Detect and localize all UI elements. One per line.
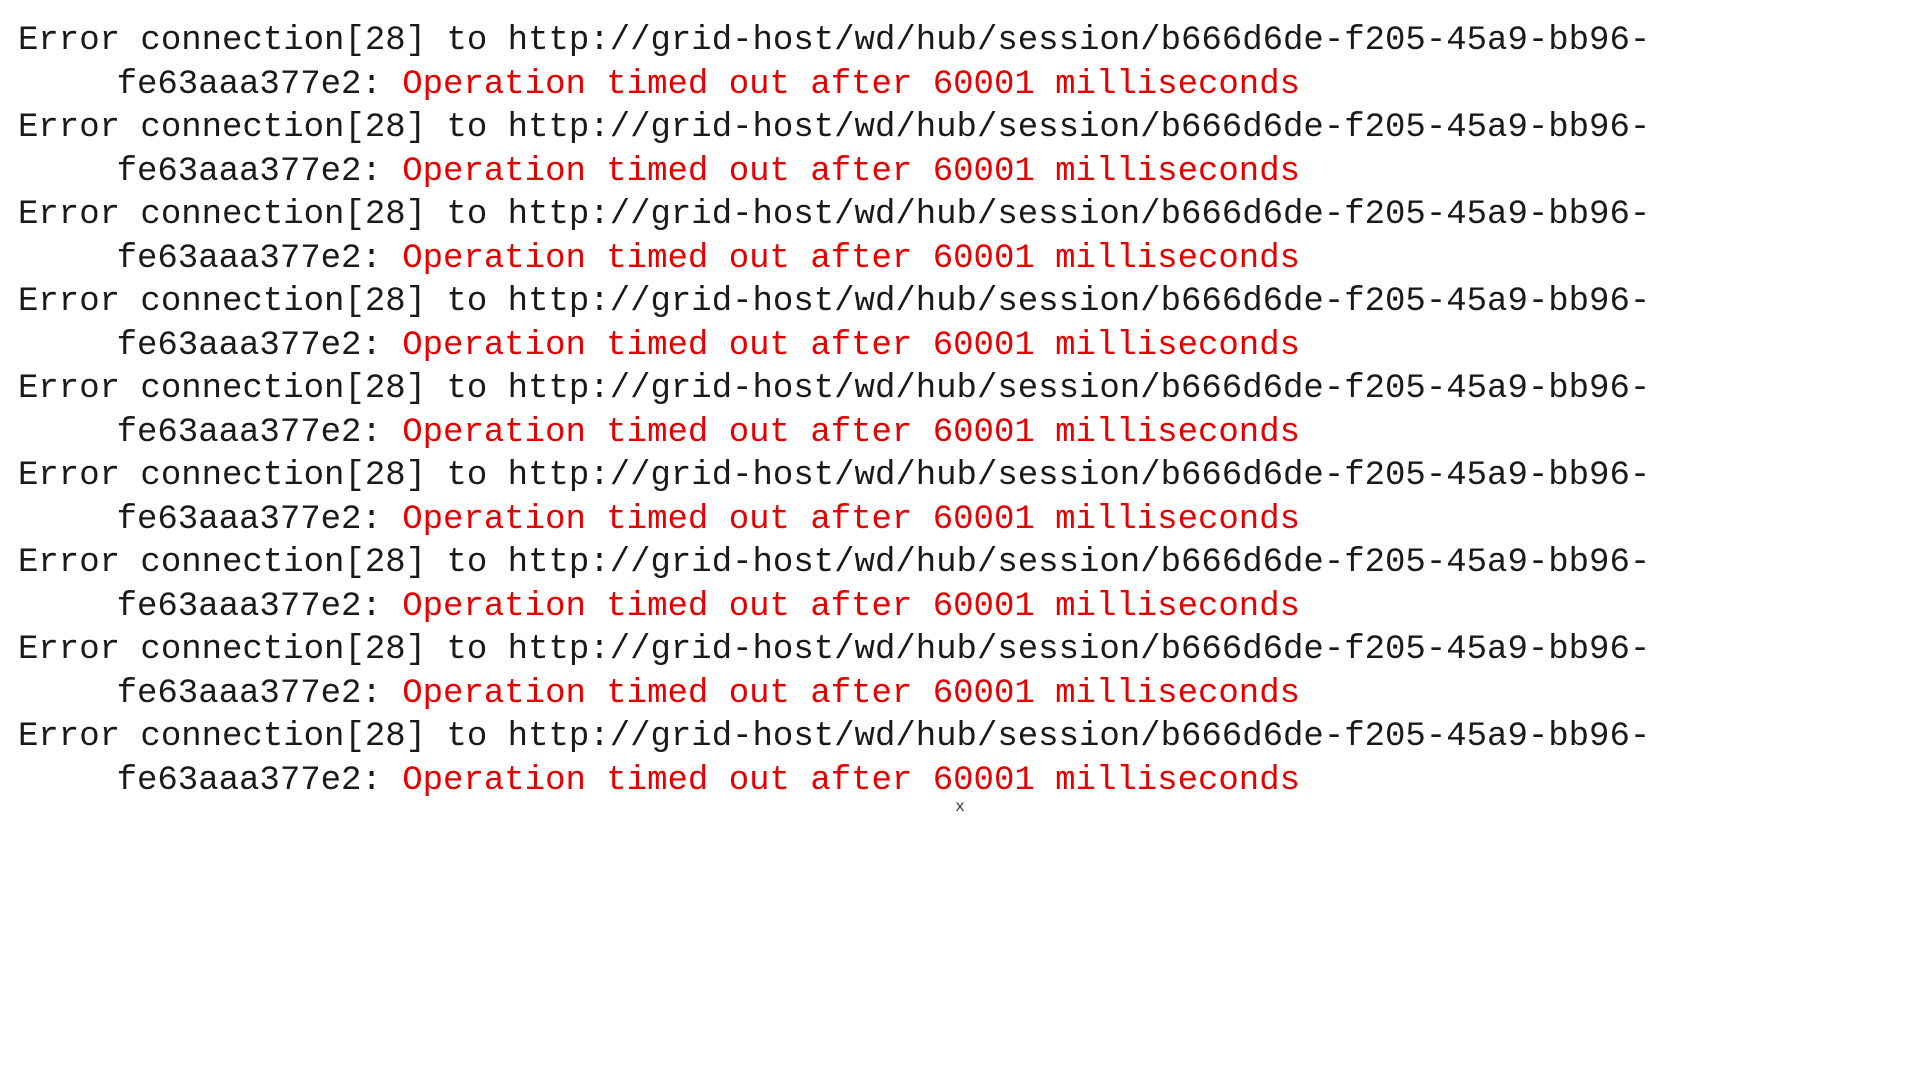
log-error-message: Operation timed out after 60001 millisec…	[402, 501, 1300, 539]
log-line: Error connection[28] to http://grid-host…	[18, 20, 1902, 107]
log-line: Error connection[28] to http://grid-host…	[18, 542, 1902, 629]
log-line: Error connection[28] to http://grid-host…	[18, 629, 1902, 716]
log-line: Error connection[28] to http://grid-host…	[18, 368, 1902, 455]
log-error-message: Operation timed out after 60001 millisec…	[402, 414, 1300, 452]
log-line: Error connection[28] to http://grid-host…	[18, 107, 1902, 194]
log-error-message: Operation timed out after 60001 millisec…	[402, 762, 1300, 800]
log-error-message: Operation timed out after 60001 millisec…	[402, 66, 1300, 104]
log-error-message: Operation timed out after 60001 millisec…	[402, 327, 1300, 365]
log-line: Error connection[28] to http://grid-host…	[18, 194, 1902, 281]
log-error-message: Operation timed out after 60001 millisec…	[402, 240, 1300, 278]
log-output: Error connection[28] to http://grid-host…	[18, 20, 1902, 803]
log-error-message: Operation timed out after 60001 millisec…	[402, 675, 1300, 713]
log-error-message: Operation timed out after 60001 millisec…	[402, 588, 1300, 626]
log-line: Error connection[28] to http://grid-host…	[18, 281, 1902, 368]
log-line: Error connection[28] to http://grid-host…	[18, 716, 1902, 803]
log-line: Error connection[28] to http://grid-host…	[18, 455, 1902, 542]
log-error-message: Operation timed out after 60001 millisec…	[402, 153, 1300, 191]
